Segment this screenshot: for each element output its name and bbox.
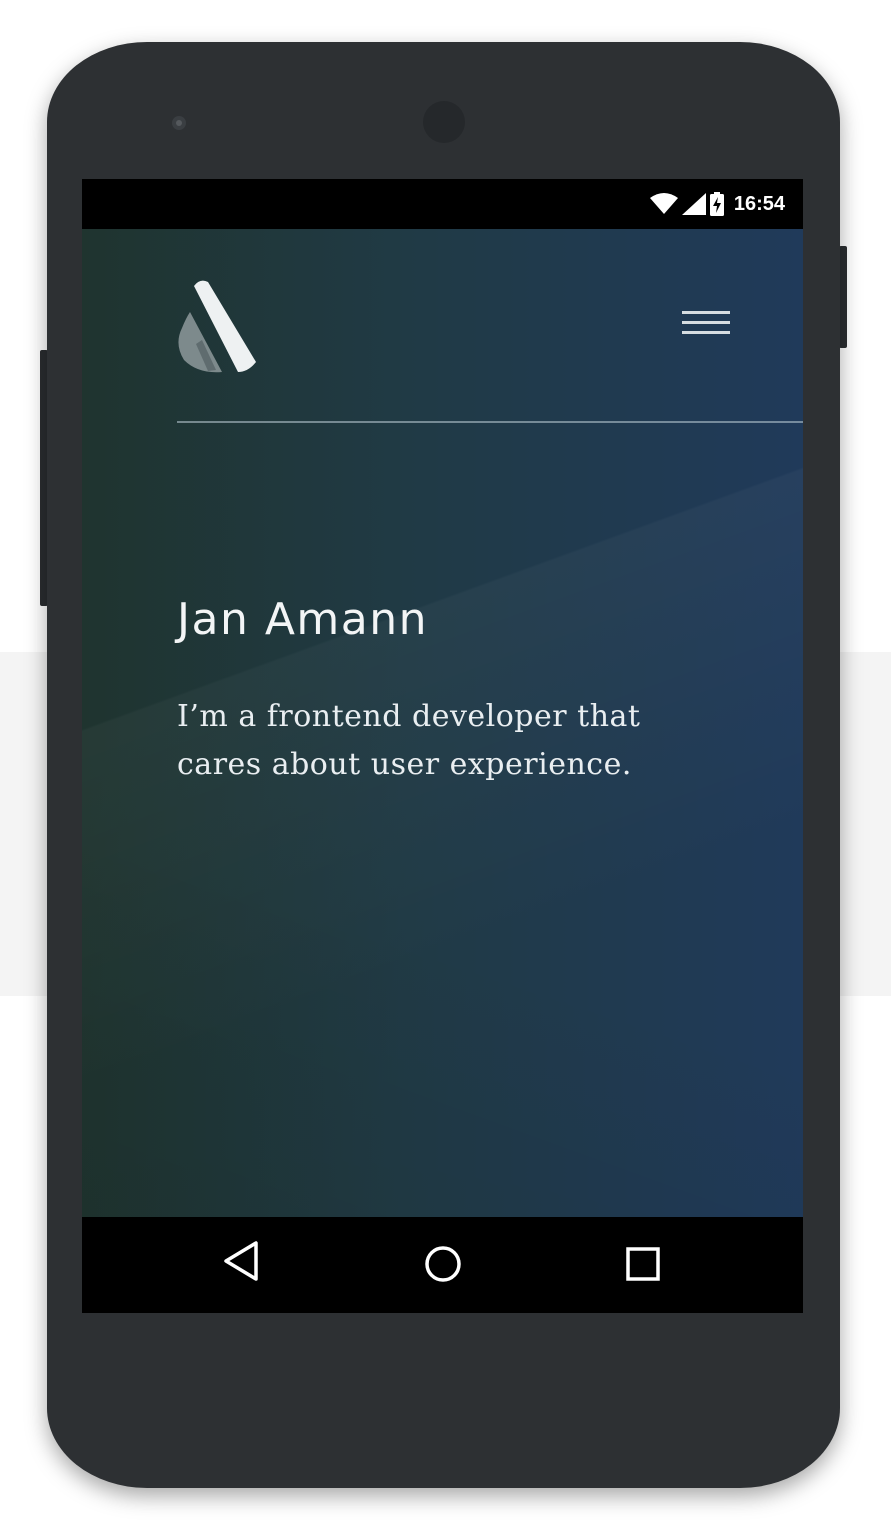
menu-line bbox=[682, 331, 730, 334]
hero-tagline: I’m a frontend developer that cares abou… bbox=[177, 699, 641, 782]
menu-line bbox=[682, 311, 730, 314]
battery-charging-icon bbox=[709, 192, 724, 216]
menu-line bbox=[682, 321, 730, 324]
hamburger-menu-icon[interactable] bbox=[678, 307, 730, 345]
status-icons: 16:54 bbox=[649, 191, 785, 217]
recents-icon[interactable] bbox=[615, 1239, 671, 1291]
header-divider bbox=[177, 421, 803, 423]
wifi-icon bbox=[649, 193, 678, 214]
proximity-sensor bbox=[172, 116, 186, 130]
signal-icon bbox=[681, 193, 706, 215]
navigation-bar bbox=[82, 1217, 803, 1313]
hero-name: Jan Amann bbox=[177, 594, 429, 645]
web-content: Jan Amann I’m a frontend developer that … bbox=[82, 229, 803, 1217]
status-bar: 16:54 bbox=[82, 179, 803, 229]
front-camera bbox=[423, 101, 465, 143]
back-icon[interactable] bbox=[214, 1239, 270, 1291]
power-button bbox=[839, 246, 847, 348]
status-time: 16:54 bbox=[733, 192, 785, 215]
logo-icon[interactable] bbox=[176, 278, 258, 374]
phone-screen: 16:54 Jan Amann I’m a frontend developer… bbox=[82, 179, 803, 1313]
home-icon[interactable] bbox=[415, 1239, 471, 1291]
